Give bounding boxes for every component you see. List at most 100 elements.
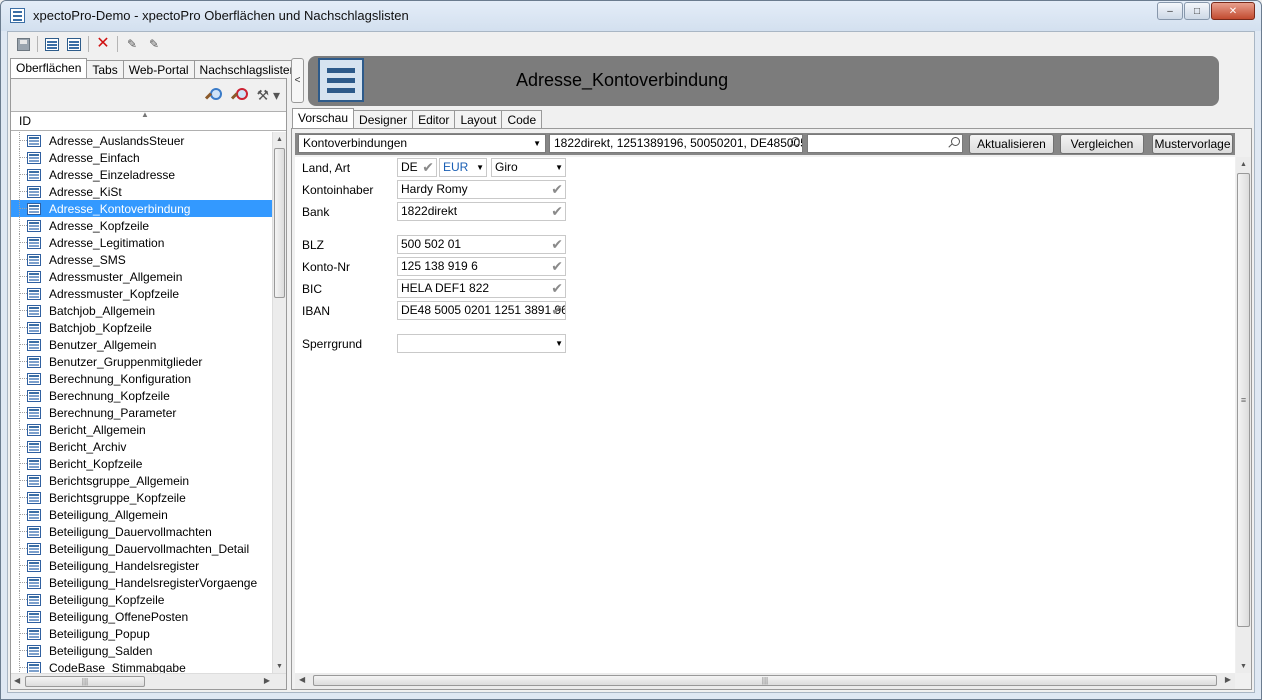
tree-item[interactable]: Adresse_Kopfzeile xyxy=(11,217,272,234)
tab-web-portal[interactable]: Web-Portal xyxy=(122,60,195,78)
tree-item[interactable]: Beteiligung_Dauervollmachten xyxy=(11,523,272,540)
tree-item[interactable]: Batchjob_Kopfzeile xyxy=(11,319,272,336)
view-select[interactable]: Kontoverbindungen ▼ xyxy=(298,134,546,153)
tree-item[interactable]: Batchjob_Allgemein xyxy=(11,302,272,319)
collapse-panel-button[interactable]: < xyxy=(291,58,304,103)
tree-item[interactable]: Beteiligung_HandelsregisterVorgaenge xyxy=(11,574,272,591)
dropdown-arrow-icon[interactable]: ▼ xyxy=(555,159,563,176)
tree-item[interactable]: Beteiligung_Handelsregister xyxy=(11,557,272,574)
scrollbar-thumb[interactable]: ≡ xyxy=(1237,173,1250,627)
tree-item[interactable]: Beteiligung_Allgemein xyxy=(11,506,272,523)
tree-item[interactable]: Beteiligung_Dauervollmachten_Detail xyxy=(11,540,272,557)
tree-item[interactable]: Adresse_Kontoverbindung xyxy=(11,200,272,217)
dropdown-arrow-icon[interactable]: ▼ xyxy=(555,335,563,352)
tree-item[interactable]: Beteiligung_Kopfzeile xyxy=(11,591,272,608)
right-horizontal-scrollbar[interactable]: ◀ ||| ▶ xyxy=(295,673,1235,689)
holder-field[interactable]: Hardy Romy ✔ xyxy=(397,180,566,199)
tree-item[interactable]: Beteiligung_Popup xyxy=(11,625,272,642)
tree-item[interactable]: Berichtsgruppe_Allgemein xyxy=(11,472,272,489)
left-vertical-scrollbar[interactable]: ▲ ▼ xyxy=(272,132,286,673)
tab-code[interactable]: Code xyxy=(501,110,543,128)
tree-item[interactable]: Benutzer_Allgemein xyxy=(11,336,272,353)
dropdown-arrow-icon[interactable]: ▼ xyxy=(476,159,484,176)
form-icon xyxy=(27,406,41,419)
tree-item[interactable]: Beteiligung_Salden xyxy=(11,642,272,659)
form-list-icon[interactable] xyxy=(41,34,63,54)
tree-item[interactable]: Adressmuster_Kopfzeile xyxy=(11,285,272,302)
scrollbar-thumb[interactable]: ||| xyxy=(313,675,1217,686)
tree-item[interactable]: Adresse_AuslandsSteuer xyxy=(11,132,272,149)
tree-item[interactable]: Berichtsgruppe_Kopfzeile xyxy=(11,489,272,506)
tree-item[interactable]: Bericht_Allgemein xyxy=(11,421,272,438)
search-clear-icon[interactable] xyxy=(231,87,248,103)
tree-item-label: Bericht_Archiv xyxy=(49,439,127,454)
tools-icon[interactable]: ⚒ ▾ xyxy=(257,87,280,104)
tree-item[interactable]: Adresse_KiSt xyxy=(11,183,272,200)
tree-item[interactable]: CodeBase_Stimmabgabe xyxy=(11,659,272,673)
tab-vorschau[interactable]: Vorschau xyxy=(292,108,355,128)
refresh-button[interactable]: Aktualisieren xyxy=(969,134,1054,154)
tab-oberflaechen[interactable]: Oberflächen xyxy=(10,58,88,78)
form-properties-icon[interactable] xyxy=(63,34,85,54)
konto-field[interactable]: 125 138 919 6 ✔ xyxy=(397,257,566,276)
scroll-down-icon[interactable]: ▼ xyxy=(1236,659,1251,673)
tree-item[interactable]: Adresse_Einfach xyxy=(11,149,272,166)
tab-designer[interactable]: Designer xyxy=(353,110,414,128)
tree-item[interactable]: Berechnung_Parameter xyxy=(11,404,272,421)
search-icon[interactable] xyxy=(946,137,960,151)
id-column-header[interactable]: ID ▲ xyxy=(11,110,286,131)
scroll-down-icon[interactable]: ▼ xyxy=(273,659,286,673)
tree-item[interactable]: Beteiligung_OffenePosten xyxy=(11,608,272,625)
dropdown-arrow-icon[interactable]: ▼ xyxy=(533,135,541,152)
scrollbar-thumb[interactable]: ||| xyxy=(25,676,145,687)
app-icon[interactable] xyxy=(10,8,25,23)
title-bar[interactable]: xpectoPro-Demo - xpectoPro Oberflächen u… xyxy=(1,1,1261,31)
tree-item[interactable]: Adresse_SMS xyxy=(11,251,272,268)
edit-alt-icon[interactable]: ✎ xyxy=(143,34,165,54)
blz-field[interactable]: 500 502 01 ✔ xyxy=(397,235,566,254)
scroll-right-icon[interactable]: ▶ xyxy=(1225,675,1231,684)
tree-item[interactable]: Adresse_Einzeladresse xyxy=(11,166,272,183)
scroll-up-icon[interactable]: ▲ xyxy=(273,132,286,146)
sperrgrund-select[interactable]: ▼ xyxy=(397,334,566,353)
edit-icon[interactable]: ✎ xyxy=(121,34,143,54)
search-icon[interactable] xyxy=(786,137,800,151)
tree-item[interactable]: Berechnung_Konfiguration xyxy=(11,370,272,387)
maximize-button[interactable]: □ xyxy=(1184,2,1210,20)
close-button[interactable]: ✕ xyxy=(1211,2,1255,20)
tab-editor[interactable]: Editor xyxy=(412,110,456,128)
country-value: DE xyxy=(401,160,418,174)
iban-field[interactable]: DE48 5005 0201 1251 3891 96 ✔ xyxy=(397,301,566,320)
currency-select[interactable]: EUR ▼ xyxy=(439,158,487,177)
scroll-left-icon[interactable]: ◀ xyxy=(299,675,305,684)
tree-item[interactable]: Adressmuster_Allgemein xyxy=(11,268,272,285)
tree-item[interactable]: Adresse_Legitimation xyxy=(11,234,272,251)
left-horizontal-scrollbar[interactable]: ◀ ||| ▶ xyxy=(11,673,286,689)
tree-item[interactable]: Benutzer_Gruppenmitglieder xyxy=(11,353,272,370)
tab-tabs[interactable]: Tabs xyxy=(86,60,124,78)
scroll-up-icon[interactable]: ▲ xyxy=(1236,157,1251,171)
scroll-left-icon[interactable]: ◀ xyxy=(14,676,20,685)
tree-item[interactable]: Bericht_Archiv xyxy=(11,438,272,455)
bic-field[interactable]: HELA DEF1 822 ✔ xyxy=(397,279,566,298)
right-vertical-scrollbar[interactable]: ▲ ≡ ▼ xyxy=(1236,157,1251,673)
record-search-input[interactable]: 1822direkt, 1251389196, 50050201, DE4850… xyxy=(549,134,803,153)
template-button[interactable]: Mustervorlage xyxy=(1152,134,1233,154)
delete-icon[interactable]: ✕ xyxy=(92,34,114,54)
search-icon[interactable] xyxy=(205,87,222,103)
save-icon[interactable] xyxy=(12,34,34,54)
compare-button[interactable]: Vergleichen xyxy=(1060,134,1144,154)
tree-item[interactable]: Bericht_Kopfzeile xyxy=(11,455,272,472)
tree-item[interactable]: Berechnung_Kopfzeile xyxy=(11,387,272,404)
country-field[interactable]: DE ✔ xyxy=(397,158,437,177)
scrollbar-thumb[interactable] xyxy=(274,148,285,298)
tab-nachschlagslisten[interactable]: Nachschlagslisten xyxy=(193,60,303,78)
scroll-right-icon[interactable]: ▶ xyxy=(264,676,270,685)
tree-item-label: Beteiligung_Dauervollmachten xyxy=(49,524,212,539)
search-input[interactable] xyxy=(807,134,963,153)
account-type-select[interactable]: Giro ▼ xyxy=(491,158,566,177)
minimize-button[interactable]: ‒ xyxy=(1157,2,1183,20)
form-icon xyxy=(27,644,41,657)
tab-layout[interactable]: Layout xyxy=(454,110,503,128)
bank-field[interactable]: 1822direkt ✔ xyxy=(397,202,566,221)
